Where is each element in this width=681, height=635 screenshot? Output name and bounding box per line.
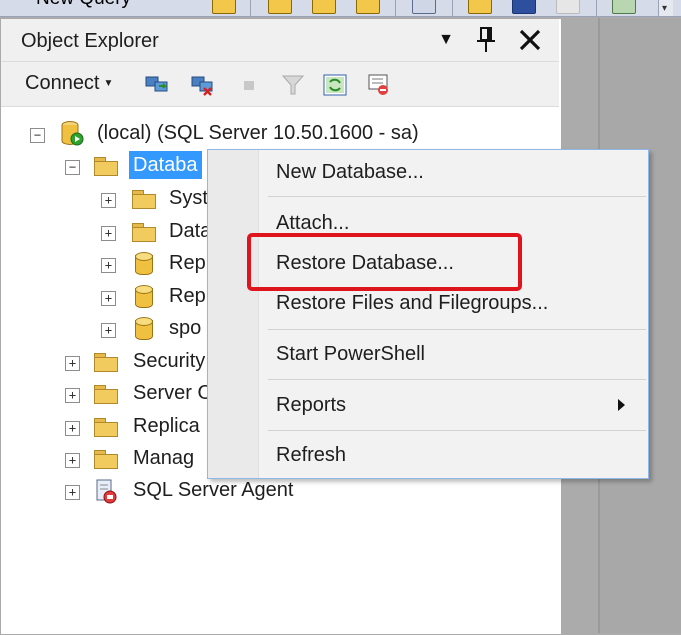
toolbar-separator: [250, 0, 251, 16]
database-icon: [135, 285, 153, 309]
menu-separator: [268, 430, 646, 431]
folder-icon: [132, 223, 156, 242]
tree-node-label: Rep: [169, 252, 206, 274]
open-file-icon[interactable]: [212, 0, 236, 14]
collapse-icon[interactable]: −: [65, 160, 80, 175]
menu-item-attach[interactable]: Attach...: [276, 212, 349, 235]
refresh-icon[interactable]: [323, 74, 347, 96]
submenu-arrow-icon: [618, 399, 625, 411]
connect-object-explorer-icon[interactable]: [145, 74, 169, 96]
toolbar-separator: [452, 0, 453, 16]
folder-icon: [94, 353, 118, 372]
tree-node-sql-server-agent[interactable]: + SQL Server Agent: [1, 476, 559, 506]
tree-node-label: Syst: [169, 187, 208, 209]
folder-icon: [94, 385, 118, 404]
menu-item-start-powershell[interactable]: Start PowerShell: [276, 343, 425, 366]
database-engine-query-icon[interactable]: [268, 0, 292, 14]
expand-icon[interactable]: +: [101, 193, 116, 208]
tree-node-server[interactable]: − (local) (SQL Server 10.50.1600 - sa): [1, 119, 559, 149]
expand-icon[interactable]: +: [65, 485, 80, 500]
xml-query-icon[interactable]: [356, 0, 380, 14]
tree-node-label: spo: [169, 317, 202, 339]
toolbar-separator: [596, 0, 597, 16]
tree-node-label: Replica: [133, 415, 200, 437]
tree-node-label: Rep: [169, 285, 206, 307]
folder-icon: [94, 157, 118, 176]
new-query-button[interactable]: New Query: [36, 0, 131, 10]
save-all-icon[interactable]: [556, 0, 580, 14]
analysis-services-query-icon[interactable]: [312, 0, 336, 14]
expand-icon[interactable]: +: [65, 453, 80, 468]
menu-separator: [268, 329, 646, 330]
filter-icon[interactable]: [281, 74, 305, 96]
toolbar-separator: [395, 0, 396, 16]
disconnect-icon[interactable]: [191, 74, 215, 96]
menu-item-new-database[interactable]: New Database...: [276, 161, 424, 184]
server-label: (local) (SQL Server 10.50.1600 - sa): [97, 122, 419, 144]
annotation-highlight-box: [247, 233, 522, 291]
sql-agent-icon: [96, 479, 117, 504]
expand-icon[interactable]: +: [65, 356, 80, 371]
panel-title: Object Explorer: [21, 30, 159, 52]
tree-node-label: Server O: [133, 382, 214, 404]
tree-node-label: Data: [169, 220, 212, 242]
collapse-icon[interactable]: −: [30, 128, 45, 143]
connect-button[interactable]: Connect ▼: [25, 72, 113, 95]
expand-icon[interactable]: +: [65, 421, 80, 436]
folder-icon: [132, 190, 156, 209]
database-icon: [135, 317, 153, 341]
menu-icon-gutter: [208, 150, 259, 478]
stop-icon[interactable]: [237, 74, 261, 96]
menu-item-reports[interactable]: Reports: [276, 394, 346, 417]
object-explorer-toolbar: Connect ▼: [1, 62, 559, 107]
main-toolbar: New Query ▾: [0, 0, 681, 17]
expand-icon[interactable]: +: [101, 226, 116, 241]
menu-separator: [268, 196, 646, 197]
object-explorer-titlebar: Object Explorer ▼: [1, 19, 559, 62]
folder-icon: [94, 418, 118, 437]
sync-icon[interactable]: [367, 74, 391, 96]
expand-icon[interactable]: +: [101, 258, 116, 273]
toolbar-overflow[interactable]: ▾: [658, 0, 673, 16]
close-icon[interactable]: [515, 25, 545, 55]
tree-node-label: Manag: [133, 447, 195, 469]
expand-icon[interactable]: +: [65, 388, 80, 403]
menu-separator: [268, 379, 646, 380]
properties-icon[interactable]: [612, 0, 636, 14]
save-icon[interactable]: [512, 0, 536, 14]
database-icon: [135, 252, 153, 276]
server-icon: [61, 121, 84, 146]
menu-item-restore-files[interactable]: Restore Files and Filegroups...: [276, 292, 548, 315]
window-position-dropdown-icon[interactable]: ▼: [431, 25, 461, 55]
connect-label: Connect: [25, 72, 100, 94]
folder-icon: [94, 450, 118, 469]
pin-icon[interactable]: [471, 25, 501, 55]
expand-icon[interactable]: +: [101, 323, 116, 338]
expand-icon[interactable]: +: [101, 291, 116, 306]
tree-node-label: SQL Server Agent: [133, 479, 294, 501]
databases-label: Databa: [129, 151, 202, 179]
open-folder-icon[interactable]: [468, 0, 492, 14]
activity-monitor-icon[interactable]: [412, 0, 436, 14]
chevron-down-icon: ▼: [103, 78, 114, 90]
menu-item-refresh[interactable]: Refresh: [276, 444, 346, 467]
chevron-down-icon: ▾: [662, 3, 668, 14]
tree-node-label: Security: [133, 350, 206, 372]
context-menu: New Database... Attach... Restore Databa…: [207, 149, 649, 479]
